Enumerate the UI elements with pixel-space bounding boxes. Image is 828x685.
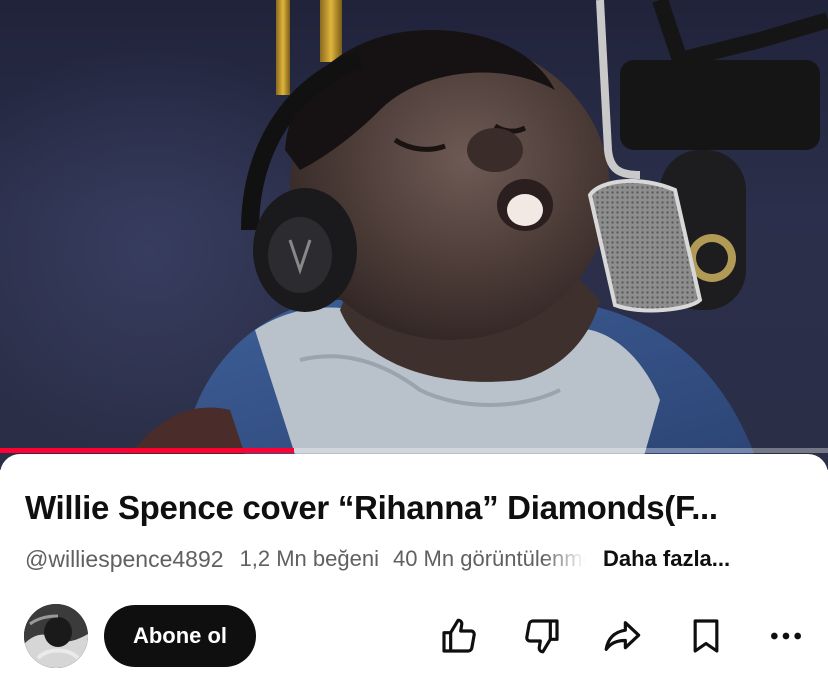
video-progress-fill xyxy=(0,448,294,453)
video-player[interactable] xyxy=(0,0,828,470)
more-link[interactable]: Daha fazla... xyxy=(603,546,730,572)
video-watch-page: Willie Spence cover “Rihanna” Diamonds(F… xyxy=(0,0,828,685)
view-count: 40 Mn görüntülenme xyxy=(392,546,593,571)
share-icon xyxy=(604,621,641,651)
avatar-image xyxy=(24,604,88,668)
video-meta[interactable]: @williespence4892 1,2 Mn beğeni 40 Mn gö… xyxy=(25,544,805,574)
channel-handle[interactable]: @williespence4892 xyxy=(25,546,224,573)
view-count-wrapper: 40 Mn görüntülenme xyxy=(393,546,593,572)
video-frame xyxy=(120,0,828,470)
more-icon xyxy=(771,632,801,640)
thumbs-down-icon xyxy=(525,619,559,654)
save-icon xyxy=(693,619,719,653)
avatar[interactable] xyxy=(24,604,88,668)
share-button[interactable] xyxy=(598,612,646,660)
subscribe-button[interactable]: Abone ol xyxy=(104,605,256,667)
more-options-button[interactable] xyxy=(762,612,810,660)
action-bar: Abone ol xyxy=(0,604,828,674)
save-button[interactable] xyxy=(682,612,730,660)
thumbs-up-icon xyxy=(442,618,476,653)
like-count: 1,2 Mn beğeni xyxy=(239,546,379,571)
video-title[interactable]: Willie Spence cover “Rihanna” Diamonds(F… xyxy=(25,489,805,527)
like-button[interactable] xyxy=(435,612,483,660)
video-progress-bar[interactable] xyxy=(0,448,828,453)
dislike-button[interactable] xyxy=(518,612,566,660)
video-info-sheet: Willie Spence cover “Rihanna” Diamonds(F… xyxy=(0,454,828,685)
